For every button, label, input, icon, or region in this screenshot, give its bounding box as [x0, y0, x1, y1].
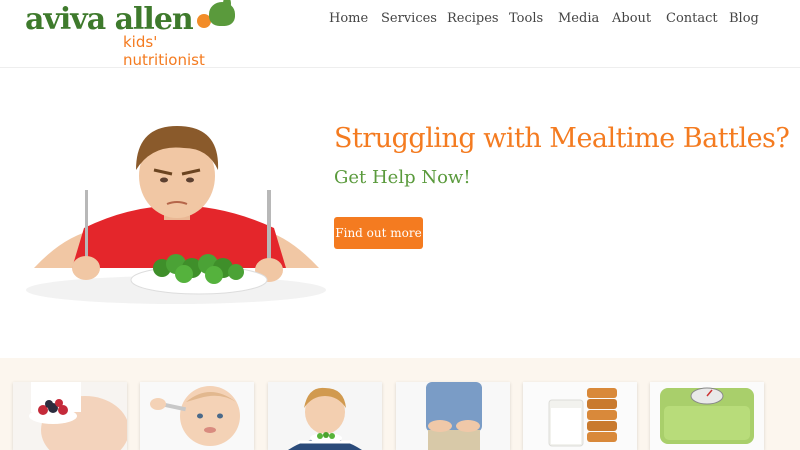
main-nav: Home Services Recipes Tools Media About … [0, 10, 800, 28]
service-card-toddler[interactable] [268, 382, 382, 450]
service-card-weight[interactable] [650, 382, 764, 450]
nav-blog[interactable]: Blog [729, 10, 759, 28]
digestion-image [396, 382, 510, 450]
service-card-digestion[interactable] [396, 382, 510, 450]
find-out-more-button[interactable]: Find out more [334, 217, 423, 249]
milk-toast-image [523, 382, 637, 450]
service-card-pregnancy[interactable] [13, 382, 127, 450]
hero-image [26, 126, 326, 304]
nav-home[interactable]: Home [329, 10, 368, 28]
nav-about[interactable]: About [612, 10, 651, 28]
hero-headline: Struggling with Mealtime Battles? [334, 123, 790, 154]
pregnancy-image [13, 382, 127, 450]
service-card-allergies[interactable] [523, 382, 637, 450]
nav-contact[interactable]: Contact [666, 10, 718, 28]
scale-image [650, 382, 764, 450]
baby-image [140, 382, 254, 450]
hero-subhead: Get Help Now! [334, 167, 471, 188]
nav-tools[interactable]: Tools [509, 10, 543, 28]
nav-services[interactable]: Services [381, 10, 437, 28]
site-header: aviva allen kids' nutritionist Home Serv… [0, 0, 800, 69]
nav-recipes[interactable]: Recipes [447, 10, 499, 28]
service-card-baby[interactable] [140, 382, 254, 450]
nav-media[interactable]: Media [558, 10, 599, 28]
toddler-image [268, 382, 382, 450]
logo-tagline: kids' nutritionist [123, 33, 205, 69]
